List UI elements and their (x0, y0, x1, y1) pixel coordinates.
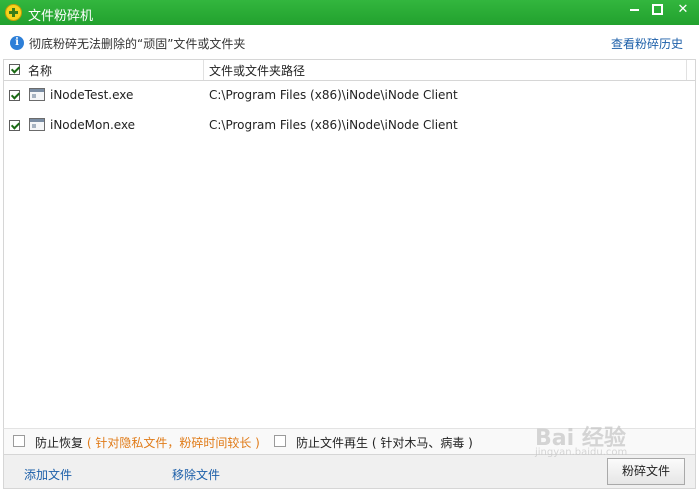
window-title: 文件粉碎机 (28, 9, 94, 24)
row-checkbox[interactable] (9, 120, 20, 131)
shred-files-button[interactable]: 粉碎文件 (607, 458, 685, 485)
app-logo-icon (5, 4, 22, 21)
exe-file-icon (29, 118, 45, 131)
view-history-link[interactable]: 查看粉碎历史 (611, 35, 683, 52)
info-icon: i (10, 36, 24, 50)
column-divider[interactable] (203, 60, 204, 80)
prevent-recovery-text: 防止恢复 (35, 436, 84, 450)
file-path: C:\Program Files (x86)\iNode\iNode Clien… (209, 118, 458, 132)
column-header-name[interactable]: 名称 (28, 62, 52, 79)
file-table: 名称 文件或文件夹路径 iNodeTest.exe C:\Program Fil… (3, 59, 696, 428)
row-checkbox[interactable] (9, 90, 20, 101)
file-name: iNodeMon.exe (50, 118, 136, 132)
baidu-watermark: Bai 经验 jingyan.baidu.com (535, 420, 685, 460)
table-row[interactable]: iNodeMon.exe C:\Program Files (x86)\iNod… (4, 111, 695, 139)
prevent-regen-text: 防止文件再生 (296, 436, 369, 450)
file-path: C:\Program Files (x86)\iNode\iNode Clien… (209, 88, 458, 102)
table-header: 名称 文件或文件夹路径 (4, 60, 695, 81)
select-all-checkbox[interactable] (9, 64, 20, 75)
add-file-link[interactable]: 添加文件 (24, 466, 72, 483)
maximize-button[interactable] (644, 0, 670, 22)
remove-file-link[interactable]: 移除文件 (172, 466, 220, 483)
table-row[interactable]: iNodeTest.exe C:\Program Files (x86)\iNo… (4, 81, 695, 109)
column-divider[interactable] (686, 60, 687, 80)
exe-file-icon (29, 88, 45, 101)
title-bar: 文件粉碎机 ✕ (0, 0, 699, 25)
prevent-recovery-label[interactable]: 防止恢复 ( 针对隐私文件，粉碎时间较长 ) (35, 434, 260, 451)
watermark-url: jingyan.baidu.com (535, 447, 628, 458)
prevent-regen-note: ( 针对木马、病毒 ) (371, 436, 473, 450)
maximize-icon (651, 4, 663, 15)
minimize-icon (629, 8, 639, 11)
prevent-recovery-checkbox[interactable] (13, 435, 25, 447)
info-bar: i 彻底粉碎无法删除的“顽固”文件或文件夹 查看粉碎历史 (0, 25, 699, 59)
prevent-recovery-note: ( 针对隐私文件，粉碎时间较长 ) (86, 436, 260, 450)
info-text: 彻底粉碎无法删除的“顽固”文件或文件夹 (29, 37, 246, 51)
column-header-path[interactable]: 文件或文件夹路径 (209, 62, 305, 79)
close-icon: ✕ (677, 2, 689, 17)
prevent-regen-checkbox[interactable] (274, 435, 286, 447)
close-button[interactable]: ✕ (670, 0, 696, 22)
file-name: iNodeTest.exe (50, 88, 134, 102)
prevent-regen-label[interactable]: 防止文件再生 ( 针对木马、病毒 ) (296, 434, 473, 451)
